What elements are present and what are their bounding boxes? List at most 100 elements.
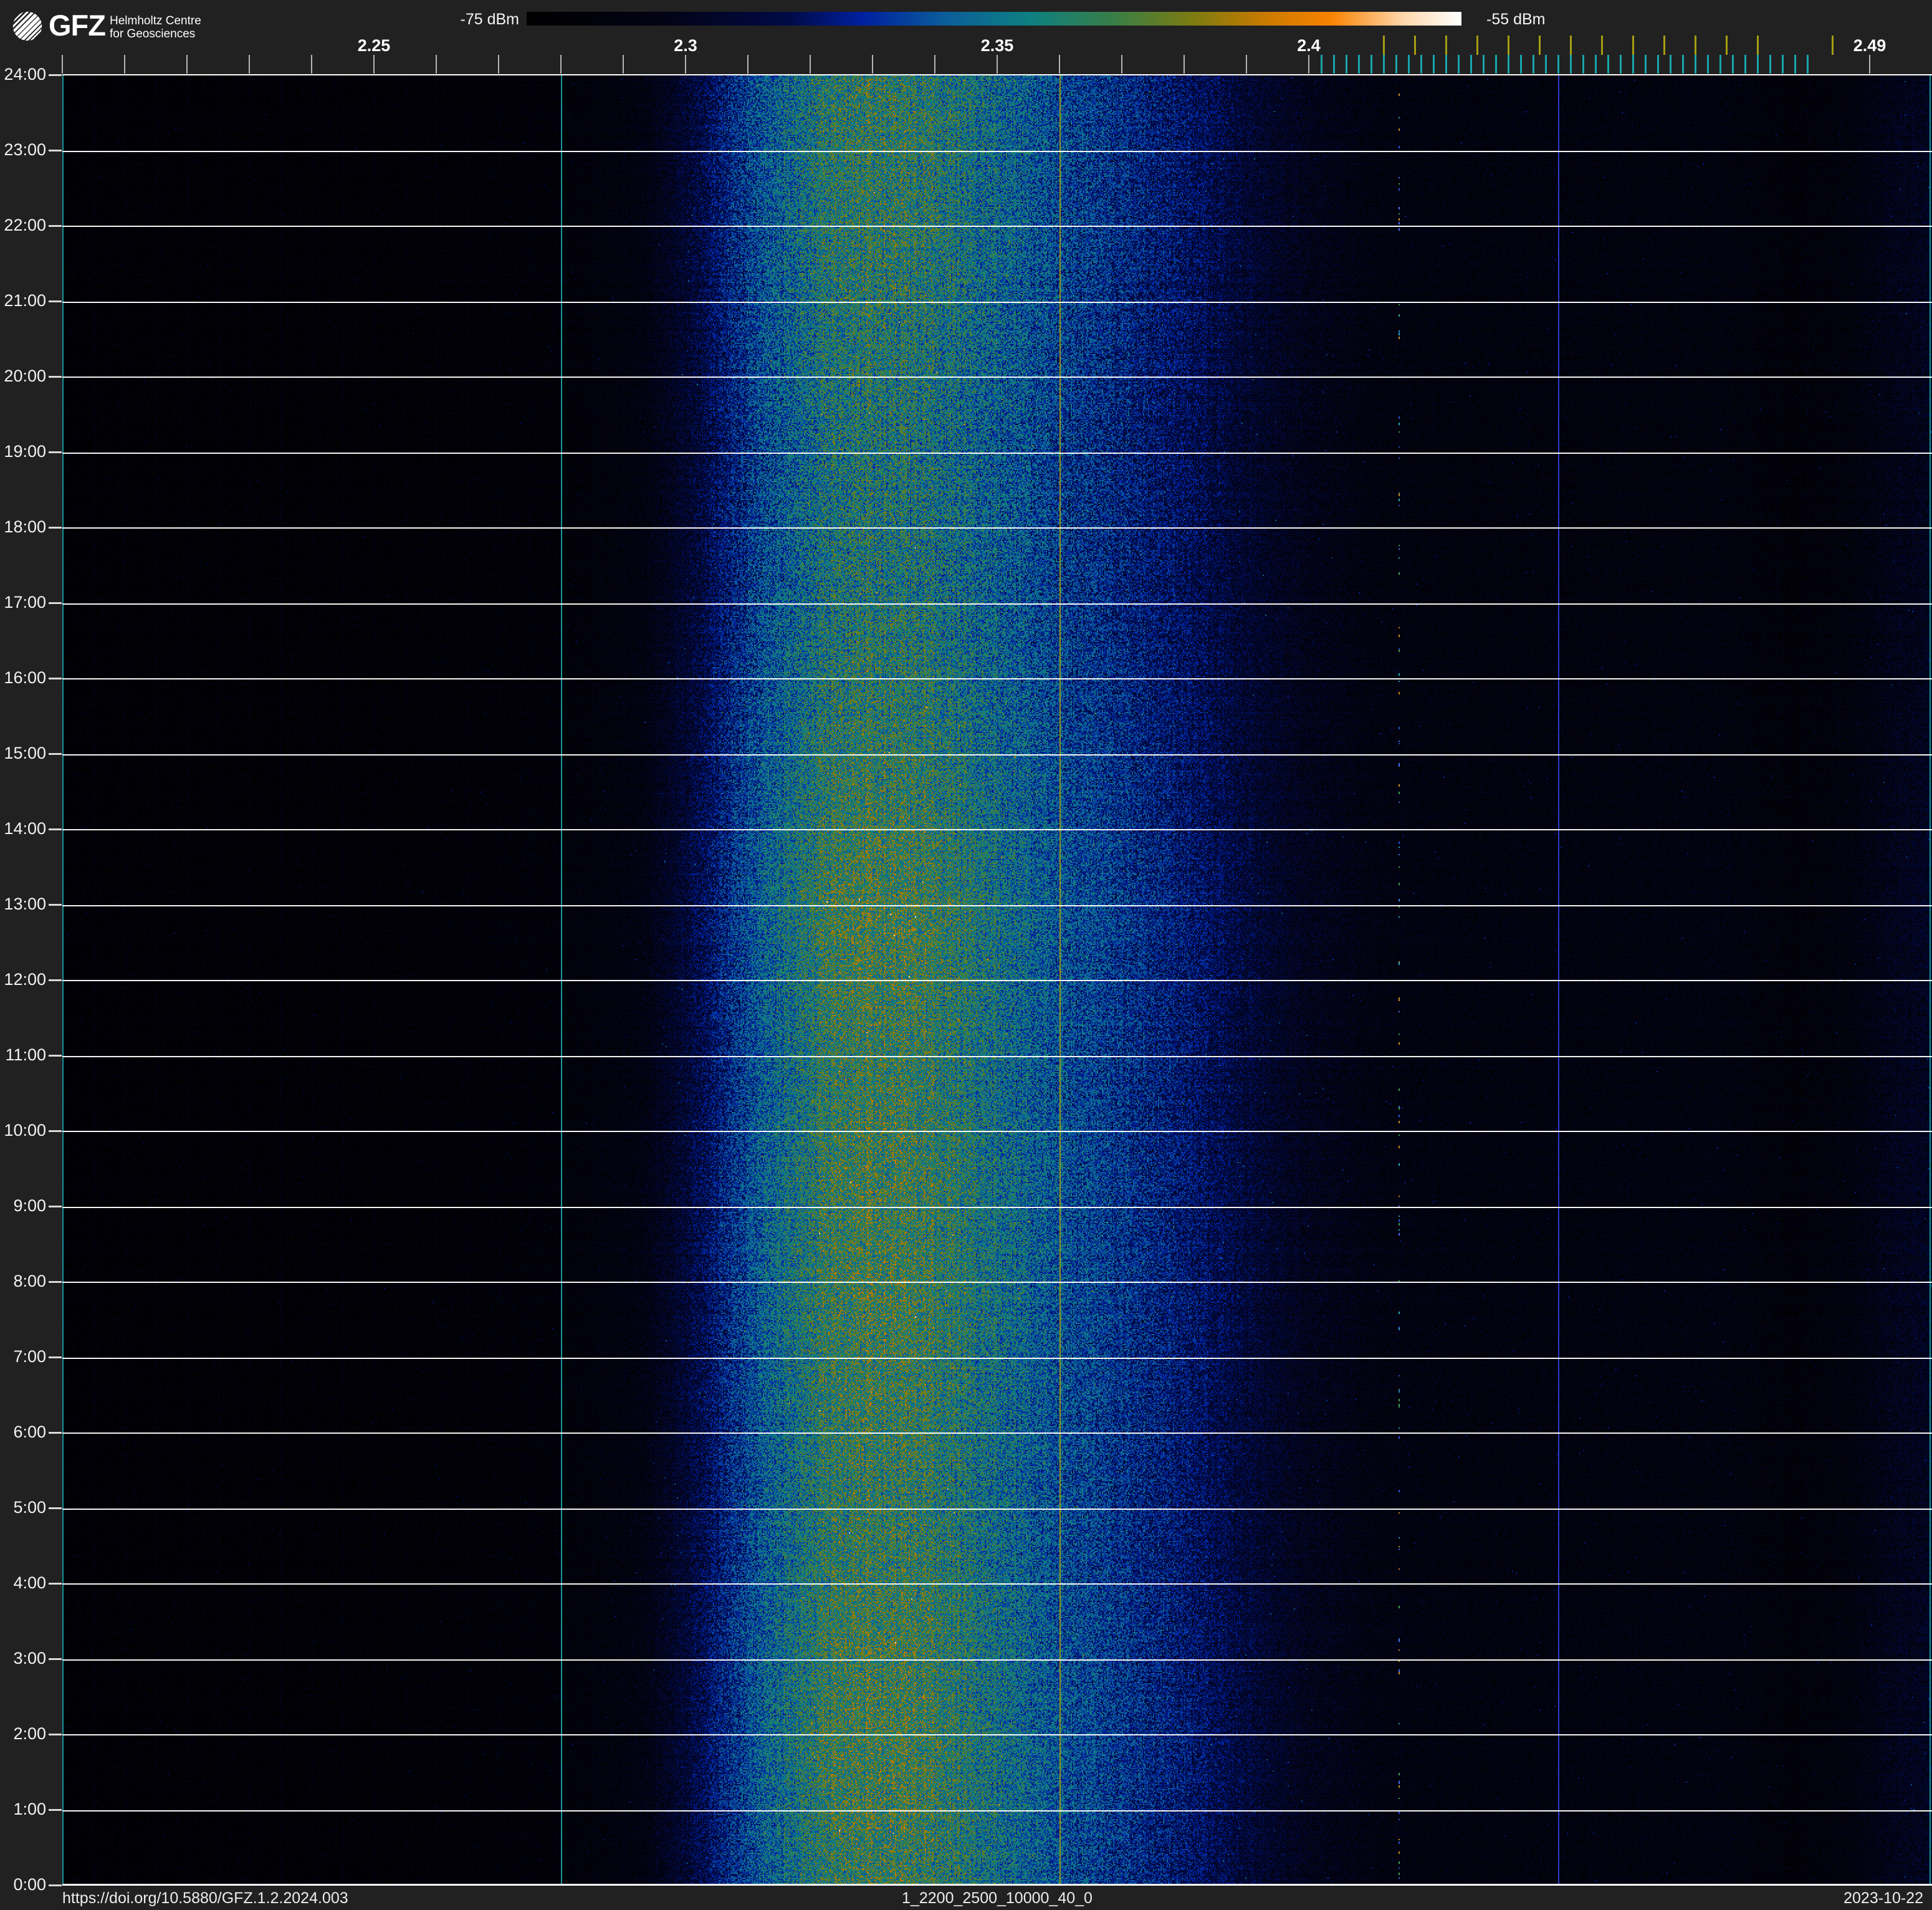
freq-tick-label: 2.3 — [674, 36, 697, 55]
ble-channel-tick — [1744, 55, 1746, 74]
time-tick-label: 17:00 — [4, 593, 46, 612]
time-tick-dash — [49, 979, 62, 981]
ble-channel-tick — [1370, 55, 1372, 74]
freq-tick — [810, 55, 811, 74]
freq-tick — [997, 55, 998, 74]
time-tick-label: 0:00 — [13, 1875, 46, 1894]
time-tick-dash — [49, 527, 62, 529]
time-tick-label: 10:00 — [4, 1121, 46, 1140]
ble-channel-tick — [1595, 55, 1597, 74]
gfz-logo-org-line1: Helmholtz Centre — [110, 14, 201, 27]
freq-tick — [560, 55, 562, 74]
wifi-channel-tick — [1539, 36, 1541, 55]
ble-channel-tick — [1358, 55, 1360, 74]
time-tick-dash — [49, 1055, 62, 1057]
wifi-channel-tick — [1632, 36, 1634, 55]
time-tick-label: 7:00 — [13, 1347, 46, 1366]
wifi-channel-tick — [1476, 36, 1478, 55]
ble-channel-tick — [1707, 55, 1709, 74]
plot-bottom-border — [62, 1884, 1932, 1886]
time-tick-dash — [49, 1734, 62, 1735]
time-tick-label: 18:00 — [4, 517, 46, 536]
ble-channel-tick — [1670, 55, 1671, 74]
ble-channel-tick — [1433, 55, 1435, 74]
wifi-channel-tick — [1508, 36, 1509, 55]
time-tick-label: 23:00 — [4, 140, 46, 159]
wifi-channel-tick — [1445, 36, 1447, 55]
gfz-logo-icon — [12, 11, 42, 41]
ble-channel-tick — [1346, 55, 1347, 74]
freq-tick — [186, 55, 188, 74]
ble-channel-tick — [1582, 55, 1584, 74]
time-tick-label: 20:00 — [4, 367, 46, 385]
time-tick-dash — [49, 1130, 62, 1132]
freq-tick-label: 2.35 — [980, 36, 1014, 55]
freq-tick — [1308, 55, 1309, 74]
ble-channel-tick — [1682, 55, 1684, 74]
ble-channel-tick — [1695, 55, 1696, 74]
freq-tick-label: 2.25 — [357, 36, 391, 55]
ble-channel-tick — [1321, 55, 1322, 74]
freq-tick — [1184, 55, 1185, 74]
ble-channel-tick — [1782, 55, 1784, 74]
ble-channel-tick — [1508, 55, 1509, 74]
wifi-channel-tick — [1726, 36, 1728, 55]
freq-tick — [872, 55, 873, 74]
wifi-channel-tick — [1832, 36, 1834, 55]
ble-channel-tick — [1807, 55, 1809, 74]
time-tick-dash — [49, 1281, 62, 1283]
time-tick-dash — [49, 150, 62, 151]
freq-tick — [623, 55, 624, 74]
freq-tick-label: 2.4 — [1297, 36, 1321, 55]
freq-tick — [1059, 55, 1060, 74]
colorbar-min-label: -75 dBm — [460, 11, 519, 28]
time-tick-dash — [49, 1809, 62, 1811]
ble-channel-tick — [1645, 55, 1647, 74]
ble-channel-tick — [1657, 55, 1659, 74]
freq-tick — [436, 55, 437, 74]
freq-tick — [1246, 55, 1247, 74]
time-tick-dash — [49, 1658, 62, 1660]
time-tick-dash — [49, 1206, 62, 1207]
time-tick-label: 22:00 — [4, 216, 46, 234]
freq-tick — [311, 55, 312, 74]
plot-top-border — [62, 74, 1932, 75]
time-tick-dash — [49, 300, 62, 302]
time-tick-label: 5:00 — [13, 1498, 46, 1517]
gfz-logo-org-name: Helmholtz Centre for Geosciences — [110, 14, 201, 41]
time-tick-label: 13:00 — [4, 895, 46, 913]
ble-channel-tick — [1607, 55, 1609, 74]
time-tick-dash — [49, 74, 62, 76]
freq-tick — [249, 55, 250, 74]
ble-channel-tick — [1445, 55, 1447, 74]
time-tick-dash — [49, 1507, 62, 1509]
wifi-channel-tick — [1601, 36, 1603, 55]
time-tick-label: 4:00 — [13, 1573, 46, 1592]
ble-channel-tick — [1470, 55, 1472, 74]
freq-tick — [373, 55, 375, 74]
freq-tick — [124, 55, 125, 74]
ble-channel-tick — [1495, 55, 1497, 74]
freq-tick — [1121, 55, 1122, 74]
wifi-channel-tick — [1414, 36, 1416, 55]
ble-channel-tick — [1719, 55, 1721, 74]
date-label: 2023-10-22 — [1844, 1889, 1923, 1907]
freq-tick — [934, 55, 935, 74]
time-tick-label: 6:00 — [13, 1423, 46, 1441]
time-tick-label: 1:00 — [13, 1800, 46, 1818]
ble-channel-tick — [1570, 55, 1572, 74]
dataset-label: 1_2200_2500_10000_40_0 — [902, 1889, 1093, 1907]
gfz-logo-org-line2: for Geosciences — [110, 27, 196, 41]
time-tick-dash — [49, 1356, 62, 1358]
ble-channel-tick — [1769, 55, 1771, 74]
ble-channel-tick — [1520, 55, 1522, 74]
ble-channel-tick — [1395, 55, 1397, 74]
time-tick-label: 15:00 — [4, 744, 46, 762]
freq-tick — [1869, 55, 1870, 74]
time-tick-label: 21:00 — [4, 291, 46, 310]
time-tick-dash — [49, 376, 62, 378]
ble-channel-tick — [1557, 55, 1559, 74]
time-tick-dash — [49, 1432, 62, 1434]
time-tick-label: 8:00 — [13, 1272, 46, 1290]
freq-tick — [685, 55, 686, 74]
